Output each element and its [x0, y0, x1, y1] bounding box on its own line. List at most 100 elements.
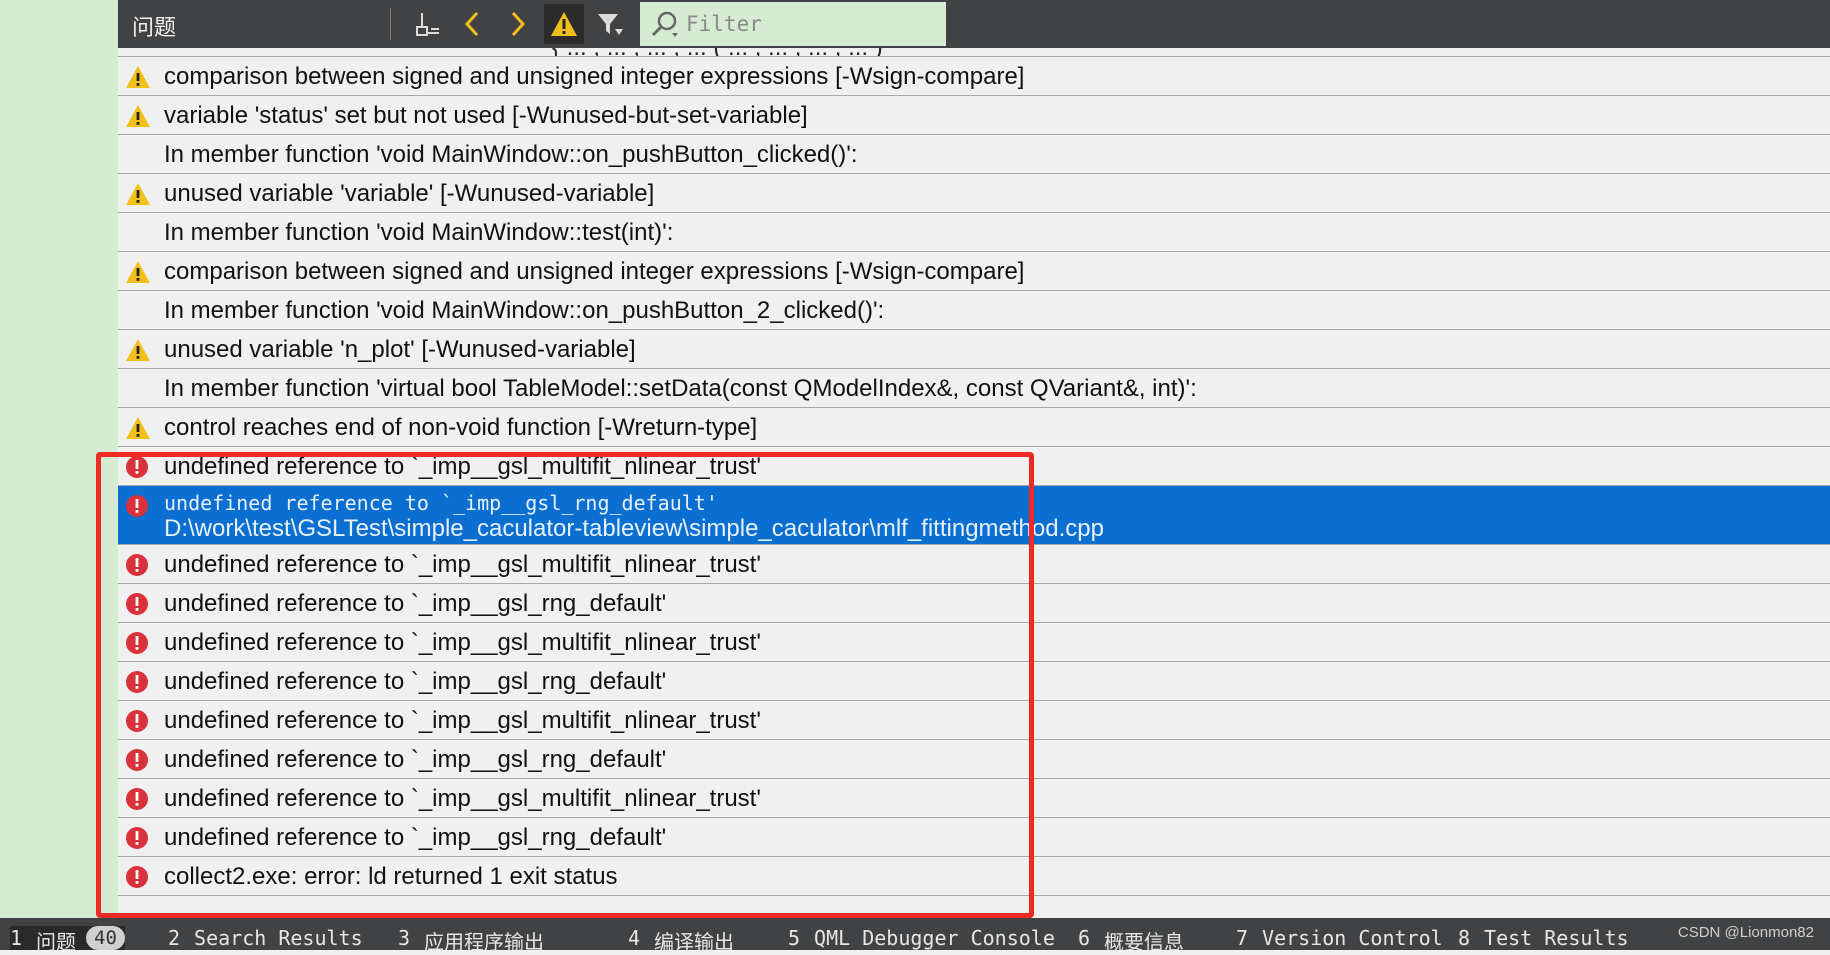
- output-tab-number: 8: [1458, 926, 1471, 950]
- error-row[interactable]: undefined reference to `_imp__gsl_multif…: [118, 779, 1830, 818]
- error-icon: [125, 553, 151, 577]
- output-tab-label: 问题: [36, 930, 77, 954]
- issue-message: unused variable 'variable' [-Wunused-var…: [164, 180, 655, 207]
- context-row[interactable]: In member function 'void MainWindow::tes…: [118, 213, 1830, 252]
- toolbar-separator: [390, 8, 391, 40]
- search-icon: [648, 7, 682, 41]
- output-tab[interactable]: 8 Test Results: [1458, 926, 1629, 950]
- error-icon: [125, 787, 151, 811]
- issue-message: undefined reference to `_imp__gsl_rng_de…: [164, 590, 667, 617]
- chevron-left-icon: [464, 11, 479, 37]
- issue-message: control reaches end of non-void function…: [164, 414, 758, 441]
- issue-message: comparison between signed and unsigned i…: [164, 258, 1025, 285]
- output-tab-label: Test Results: [1484, 926, 1629, 950]
- output-pane-tabs: 1 问题 40 2 Search Results 3 应用程序输出 4 编译输出 5 QML Deb…: [0, 918, 1830, 954]
- error-row[interactable]: undefined reference to `_imp__gsl_rng_de…: [118, 662, 1830, 701]
- partially-hidden-row-text: { ... , ... , ... , ... ( ... , ... , ..…: [552, 48, 883, 56]
- output-tab-label: Search Results: [194, 926, 363, 950]
- error-icon: [125, 748, 151, 772]
- output-tab[interactable]: 3 应用程序输出: [398, 926, 544, 954]
- issue-message: unused variable 'n_plot' [-Wunused-varia…: [164, 336, 636, 363]
- issue-message: In member function 'virtual bool TableMo…: [164, 375, 1197, 402]
- error-row[interactable]: undefined reference to `_imp__gsl_rng_de…: [118, 818, 1830, 857]
- error-row[interactable]: collect2.exe: error: ld returned 1 exit …: [118, 857, 1830, 896]
- error-row[interactable]: undefined reference to `_imp__gsl_multif…: [118, 623, 1830, 662]
- error-row[interactable]: undefined reference to `_imp__gsl_rng_de…: [118, 486, 1830, 545]
- panel-title: 问题: [132, 15, 177, 40]
- error-icon: [125, 865, 151, 889]
- context-row[interactable]: In member function 'void MainWindow::on_…: [118, 135, 1830, 174]
- output-tab-number: 2: [168, 926, 181, 950]
- warning-icon: [125, 416, 151, 440]
- warning-icon: [125, 65, 151, 89]
- output-tab[interactable]: 1 问题 40: [10, 926, 125, 954]
- output-tab-label: 概要信息: [1104, 930, 1185, 954]
- error-row[interactable]: undefined reference to `_imp__gsl_rng_de…: [118, 584, 1830, 623]
- issue-message: In member function 'void MainWindow::on_…: [164, 297, 885, 324]
- filter-input[interactable]: [686, 12, 926, 36]
- next-issue-button[interactable]: [498, 4, 538, 44]
- output-tab[interactable]: 2 Search Results: [168, 926, 363, 950]
- error-icon: [125, 455, 151, 479]
- error-icon: [125, 631, 151, 655]
- clean-icon: [416, 13, 439, 36]
- issue-message: comparison between signed and unsigned i…: [164, 63, 1025, 90]
- issue-message: undefined reference to `_imp__gsl_rng_de…: [164, 668, 667, 695]
- output-tab-label: 编译输出: [654, 930, 735, 954]
- clean-button[interactable]: [408, 4, 448, 44]
- output-tab-label: Version Control: [1262, 926, 1443, 950]
- output-tab[interactable]: 7 Version Control: [1236, 926, 1443, 950]
- error-icon: [125, 826, 151, 850]
- issue-message: undefined reference to `_imp__gsl_rng_de…: [164, 491, 718, 515]
- issue-message: undefined reference to `_imp__gsl_multif…: [164, 785, 761, 812]
- issue-message: variable 'status' set but not used [-Wun…: [164, 102, 808, 129]
- warning-row[interactable]: variable 'status' set but not used [-Wun…: [118, 96, 1830, 135]
- output-tab-number: 7: [1236, 926, 1249, 950]
- warning-icon: [125, 260, 151, 284]
- issue-message: undefined reference to `_imp__gsl_multif…: [164, 453, 761, 480]
- warning-icon: [125, 182, 151, 206]
- error-icon: [125, 709, 151, 733]
- warning-filter-icon: [551, 12, 577, 36]
- output-tab-number: 6: [1078, 926, 1091, 950]
- warning-row[interactable]: unused variable 'n_plot' [-Wunused-varia…: [118, 330, 1830, 369]
- issue-count-badge: 40: [86, 926, 125, 950]
- filter-by-category-button[interactable]: [590, 4, 630, 44]
- error-row[interactable]: undefined reference to `_imp__gsl_multif…: [118, 447, 1830, 486]
- issue-message: undefined reference to `_imp__gsl_rng_de…: [164, 824, 667, 851]
- show-warnings-toggle[interactable]: [544, 4, 584, 44]
- warning-row[interactable]: comparison between signed and unsigned i…: [118, 57, 1830, 96]
- partially-hidden-row: { ... , ... , ... , ... ( ... , ... , ..…: [118, 48, 1830, 57]
- watermark: CSDN @Lionmon82: [1677, 924, 1814, 941]
- output-tab[interactable]: 5 QML Debugger Console: [788, 926, 1055, 950]
- error-row[interactable]: undefined reference to `_imp__gsl_rng_de…: [118, 740, 1830, 779]
- issue-message: In member function 'void MainWindow::on_…: [164, 141, 858, 168]
- context-row[interactable]: In member function 'void MainWindow::on_…: [118, 291, 1830, 330]
- warning-row[interactable]: control reaches end of non-void function…: [118, 408, 1830, 447]
- warning-icon: [125, 104, 151, 128]
- output-tab-label: 应用程序输出: [424, 930, 545, 954]
- error-icon: [125, 494, 151, 518]
- warning-row[interactable]: comparison between signed and unsigned i…: [118, 252, 1830, 291]
- output-tab-number: 5: [788, 926, 801, 950]
- previous-issue-button[interactable]: [452, 4, 492, 44]
- issues-toolbar: 问题: [118, 0, 1830, 48]
- issue-message: collect2.exe: error: ld returned 1 exit …: [164, 863, 618, 890]
- filter-icon: [598, 14, 623, 35]
- issues-list[interactable]: { ... , ... , ... , ... ( ... , ... , ..…: [118, 48, 1830, 918]
- context-row[interactable]: In member function 'virtual bool TableMo…: [118, 369, 1830, 408]
- error-row[interactable]: undefined reference to `_imp__gsl_multif…: [118, 545, 1830, 584]
- issue-message: undefined reference to `_imp__gsl_multif…: [164, 707, 761, 734]
- issue-file-path: D:\work\test\GSLTest\simple_caculator-ta…: [164, 515, 1104, 542]
- output-tab-label: QML Debugger Console: [814, 926, 1055, 950]
- error-icon: [125, 592, 151, 616]
- chevron-right-icon: [511, 11, 526, 37]
- error-row[interactable]: undefined reference to `_imp__gsl_multif…: [118, 701, 1830, 740]
- warning-row[interactable]: unused variable 'variable' [-Wunused-var…: [118, 174, 1830, 213]
- output-tab[interactable]: 6 概要信息: [1078, 926, 1184, 954]
- filter-box[interactable]: [640, 2, 946, 46]
- output-tab[interactable]: 4 编译输出: [628, 926, 734, 954]
- left-sidebar-strip: [0, 0, 118, 918]
- issue-message: undefined reference to `_imp__gsl_multif…: [164, 551, 761, 578]
- error-icon: [125, 670, 151, 694]
